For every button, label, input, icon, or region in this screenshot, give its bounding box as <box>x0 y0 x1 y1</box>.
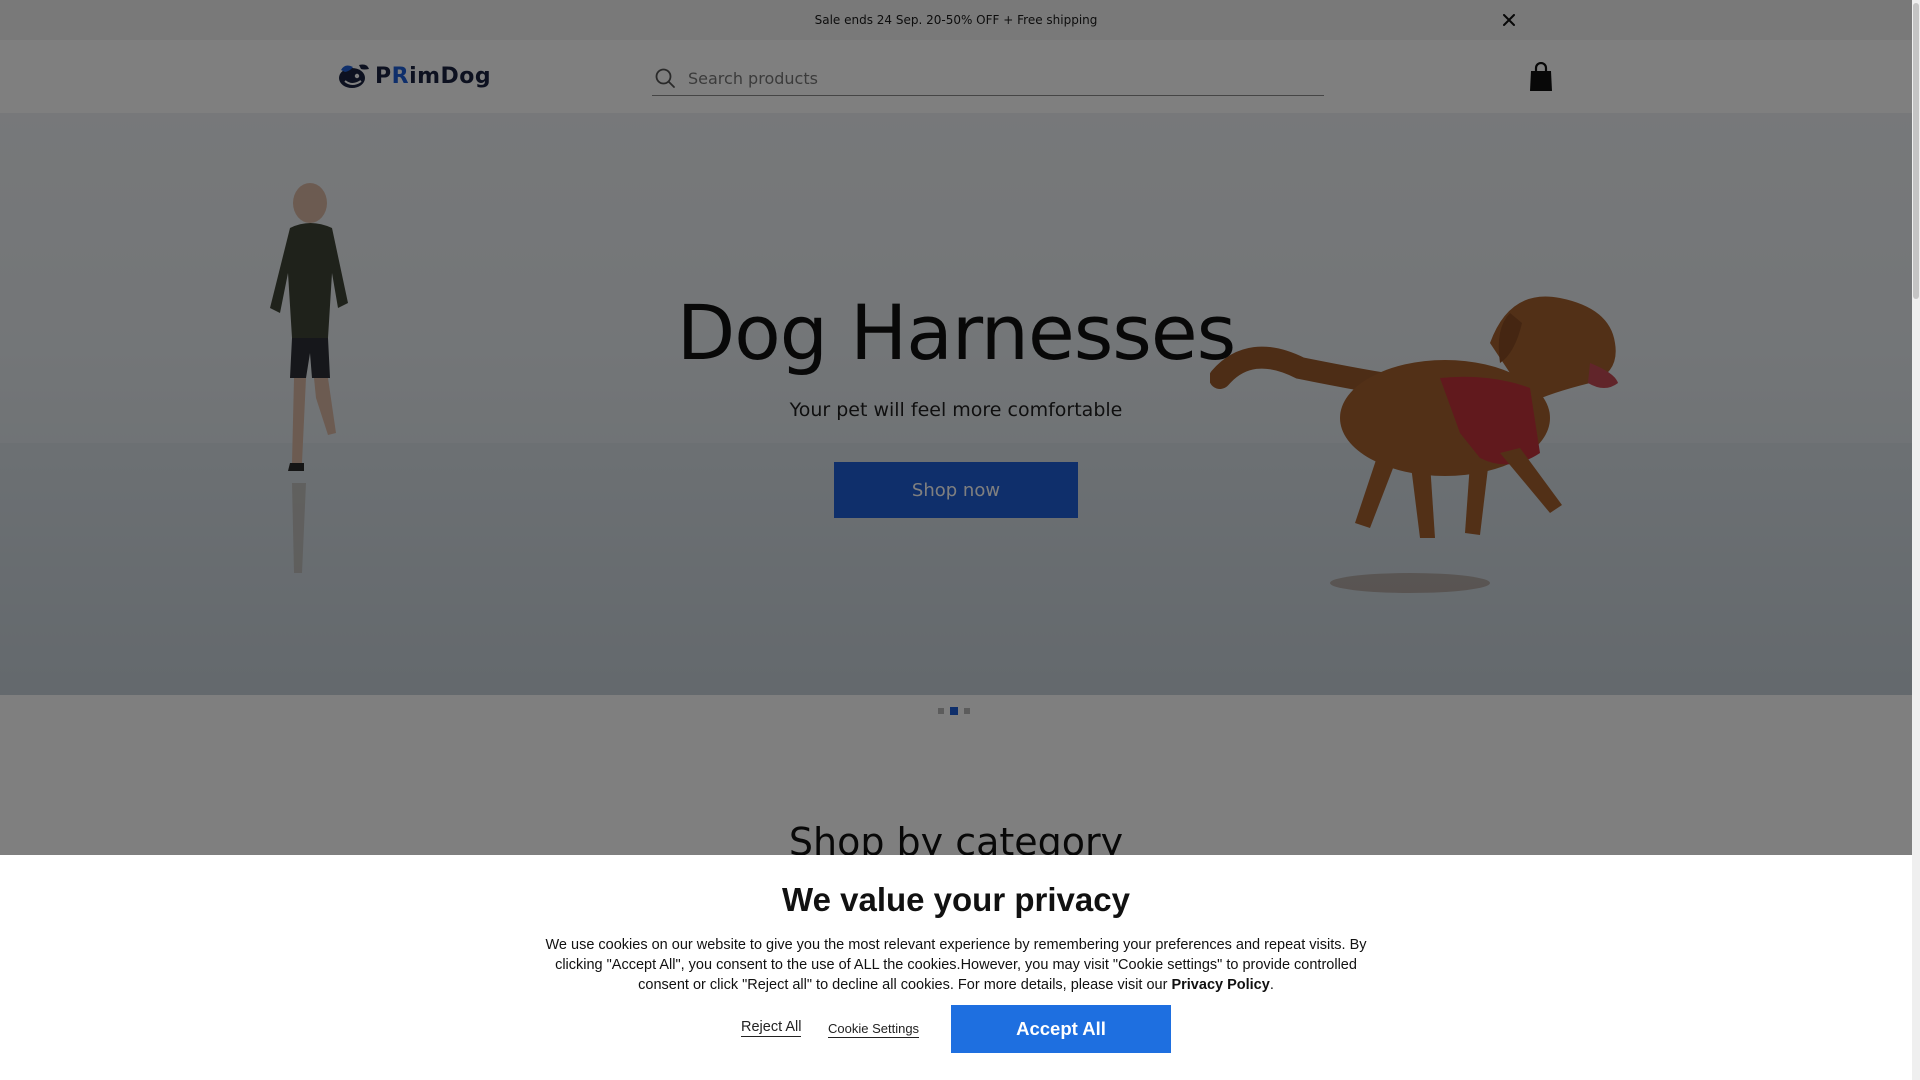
scrollbar-thumb[interactable] <box>1913 3 1919 299</box>
cookie-title: We value your privacy <box>782 881 1130 918</box>
cookie-banner: We value your privacy We use cookies on … <box>0 855 1912 1080</box>
reject-all-button[interactable]: Reject All <box>741 1019 802 1037</box>
accept-all-button[interactable]: Accept All <box>951 1005 1171 1053</box>
cookie-settings-button[interactable]: Cookie Settings <box>828 1021 920 1038</box>
privacy-policy-link[interactable]: Privacy Policy <box>1171 977 1269 993</box>
cookie-description: We use cookies on our website to give yo… <box>545 937 1367 993</box>
